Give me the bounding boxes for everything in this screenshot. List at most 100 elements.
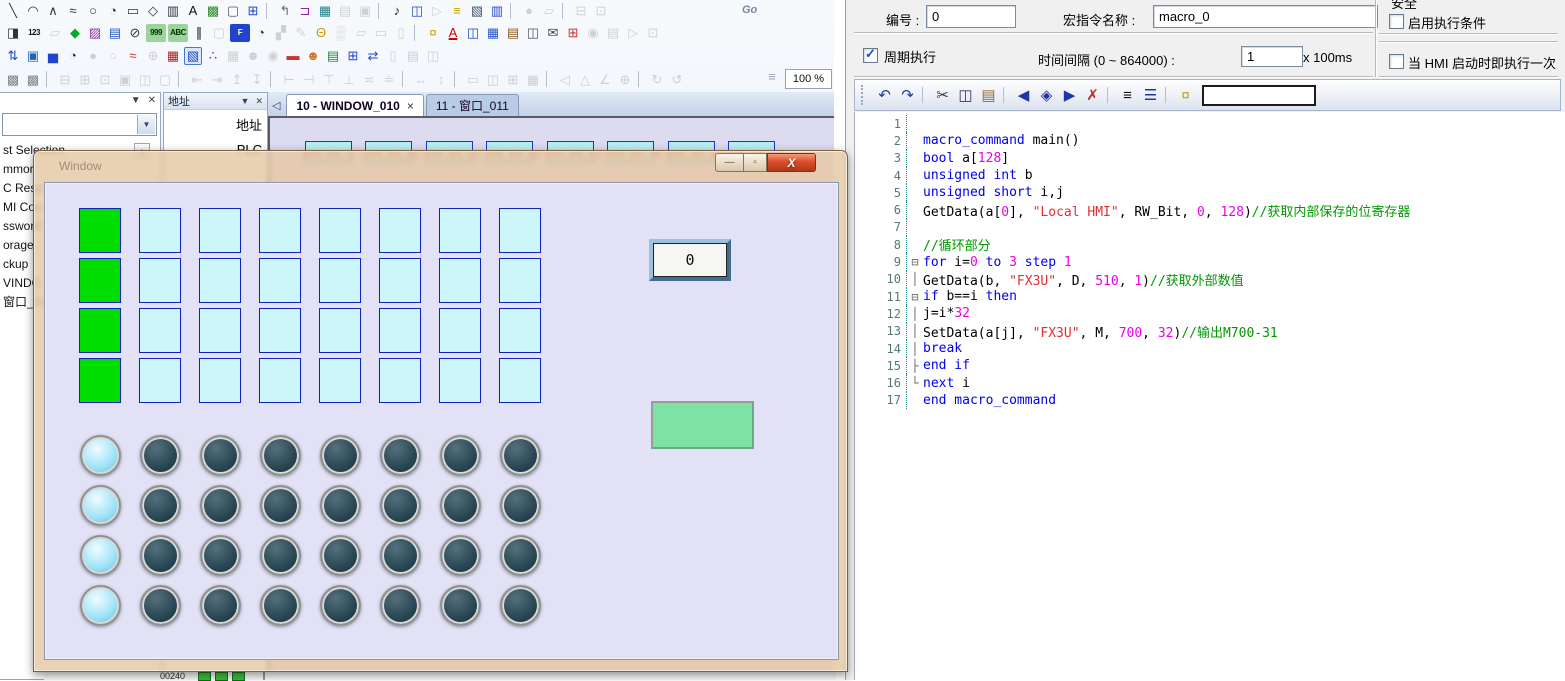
panel-close-icon[interactable]: ✕ — [255, 96, 263, 107]
recipe-icon[interactable]: ▬ — [284, 47, 302, 65]
bit-lamp-round[interactable] — [200, 485, 241, 526]
distribute-right-icon[interactable]: ⊣ — [300, 70, 318, 88]
cd-rom-icon[interactable]: ● — [520, 2, 538, 20]
document-icon[interactable]: ▯ — [384, 47, 402, 65]
schedule-grid-icon[interactable]: ⊞ — [564, 24, 582, 42]
font-style-icon[interactable]: A — [444, 24, 462, 42]
list-view-icon[interactable]: ≡ — [764, 69, 780, 87]
rotate-angle-icon[interactable]: ∠ — [596, 70, 614, 88]
undo-icon[interactable]: ↶ — [874, 85, 895, 105]
bit-lamp-round[interactable] — [80, 535, 121, 576]
bit-lamp-round[interactable] — [140, 485, 181, 526]
sound-icon[interactable]: ♪ — [388, 2, 406, 20]
bit-lamp-round[interactable] — [140, 435, 181, 476]
align-right-icon[interactable]: ⇥ — [208, 70, 226, 88]
bit-lamp-square[interactable] — [199, 208, 241, 253]
database-icon[interactable]: ⊡ — [644, 24, 662, 42]
bit-lamp-square[interactable] — [139, 208, 181, 253]
toolbar-grip[interactable] — [861, 85, 866, 105]
touch-gesture-icon[interactable]: ◉ — [264, 47, 282, 65]
fit-height-icon[interactable]: ◫ — [136, 70, 154, 88]
cut-icon[interactable]: ✂ — [932, 85, 953, 105]
multistate-switch-icon[interactable]: 123 — [24, 24, 44, 42]
distribute-bottom-icon[interactable]: ⊥ — [340, 70, 358, 88]
prev-bookmark-icon[interactable]: ◀ — [1013, 85, 1034, 105]
scheduler-icon[interactable]: Θ — [312, 24, 330, 42]
draw-arc-icon[interactable]: ◠ — [24, 2, 42, 20]
bit-lamp-round[interactable] — [320, 435, 361, 476]
select-rect-icon[interactable]: ▢ — [210, 24, 228, 42]
mail-icon[interactable]: ✉ — [544, 24, 562, 42]
import-library-icon[interactable]: ↰ — [276, 2, 294, 20]
bit-lamp-round[interactable] — [500, 535, 541, 576]
bit-lamp-round[interactable] — [260, 485, 301, 526]
bit-lamp-round[interactable] — [500, 485, 541, 526]
window-object-icon[interactable]: ◫ — [464, 24, 482, 42]
enable-condition-checkbox[interactable] — [1389, 14, 1404, 29]
bit-lamp-square[interactable] — [79, 258, 121, 303]
size-width-icon[interactable]: ↔ — [412, 70, 430, 88]
bit-lamp-round[interactable] — [380, 485, 421, 526]
trend-display-icon[interactable]: ≈ — [124, 47, 142, 65]
numeric-display[interactable]: 0 — [649, 239, 731, 281]
same-height-icon[interactable]: ≐ — [380, 70, 398, 88]
password-protect-icon[interactable]: ¤ — [1175, 85, 1196, 105]
schedule-bar-icon[interactable]: ▤ — [324, 47, 342, 65]
draw-rectangle-icon[interactable]: ▭ — [124, 2, 142, 20]
draw-text-icon[interactable]: A — [184, 2, 202, 20]
bit-lamp-round[interactable] — [320, 535, 361, 576]
flip-vertical-icon[interactable]: △ — [576, 70, 594, 88]
bit-lamp-round[interactable] — [80, 435, 121, 476]
label-tool-icon[interactable]: ▤ — [106, 24, 124, 42]
bit-lamp-square[interactable] — [319, 308, 361, 353]
draw-pie-icon[interactable]: ◔ — [104, 2, 122, 20]
macro-search-input[interactable] — [1202, 85, 1316, 106]
bit-lamp-round[interactable] — [140, 535, 181, 576]
operator-icon[interactable]: ☻ — [244, 47, 262, 65]
layer-down-icon[interactable]: ▦ — [524, 70, 542, 88]
panel-collapse-icon[interactable]: ▼ — [131, 95, 141, 106]
clear-bookmarks-icon[interactable]: ✗ — [1082, 85, 1103, 105]
draw-freehand-icon[interactable]: ≈ — [64, 2, 82, 20]
macro-name-input[interactable]: macro_0 — [1153, 5, 1378, 28]
bar-graph-icon[interactable]: ▅ — [44, 47, 62, 65]
size-height-icon[interactable]: ↕ — [432, 70, 450, 88]
flip-horizontal-icon[interactable]: ◁ — [556, 70, 574, 88]
grid-icon[interactable]: ⊞ — [244, 2, 262, 20]
numeric-input-icon[interactable]: 999 — [146, 24, 166, 42]
bit-lamp-square[interactable] — [79, 308, 121, 353]
key-switch-icon[interactable]: ⊘ — [126, 24, 144, 42]
draw-bitmap-icon[interactable]: ▨ — [86, 24, 104, 42]
bit-lamp-round[interactable] — [140, 585, 181, 626]
bit-lamp-square[interactable] — [439, 358, 481, 403]
misc-a-icon[interactable]: ▒ — [332, 24, 350, 42]
rect-indicator[interactable] — [651, 401, 754, 449]
outdent-icon[interactable]: ☰ — [1140, 85, 1161, 105]
toggle-bookmark-icon[interactable]: ◈ — [1036, 85, 1057, 105]
center-vertical-icon[interactable]: ⊟ — [56, 70, 74, 88]
go-button[interactable]: Go — [742, 4, 757, 16]
bit-lamp-square[interactable] — [499, 308, 541, 353]
distribute-top-icon[interactable]: ⊤ — [320, 70, 338, 88]
bit-lamp-square[interactable] — [199, 258, 241, 303]
align-top-icon[interactable]: ↥ — [228, 70, 246, 88]
paste-icon[interactable]: ▤ — [978, 85, 999, 105]
bit-lamp-round[interactable] — [380, 435, 421, 476]
exit-door-icon[interactable]: ⊐ — [296, 2, 314, 20]
event-bar-icon[interactable]: ⊞ — [344, 47, 362, 65]
layer-up-icon[interactable]: ⊞ — [504, 70, 522, 88]
spin-updown-icon[interactable]: ⇅ — [4, 47, 22, 65]
misc-d-icon[interactable]: ▯ — [392, 24, 410, 42]
memo-icon[interactable]: ▧ — [468, 2, 486, 20]
close-button[interactable]: X — [767, 153, 816, 172]
minimize-button[interactable]: — — [715, 153, 744, 172]
macro-code-editor[interactable]: 12macro_command main()3bool a[128]4unsig… — [854, 112, 1565, 680]
bit-lamp-square[interactable] — [379, 358, 421, 403]
report-icon[interactable]: ▥ — [488, 2, 506, 20]
toggle-switch-icon[interactable]: ◨ — [4, 24, 22, 42]
window-filter-combobox[interactable]: ▼ — [2, 113, 157, 136]
picture-icon[interactable]: ▩ — [204, 2, 222, 20]
misc-c-icon[interactable]: ▭ — [372, 24, 390, 42]
function-key-icon[interactable]: F — [230, 24, 250, 42]
gallery-icon[interactable]: ▦ — [316, 2, 334, 20]
